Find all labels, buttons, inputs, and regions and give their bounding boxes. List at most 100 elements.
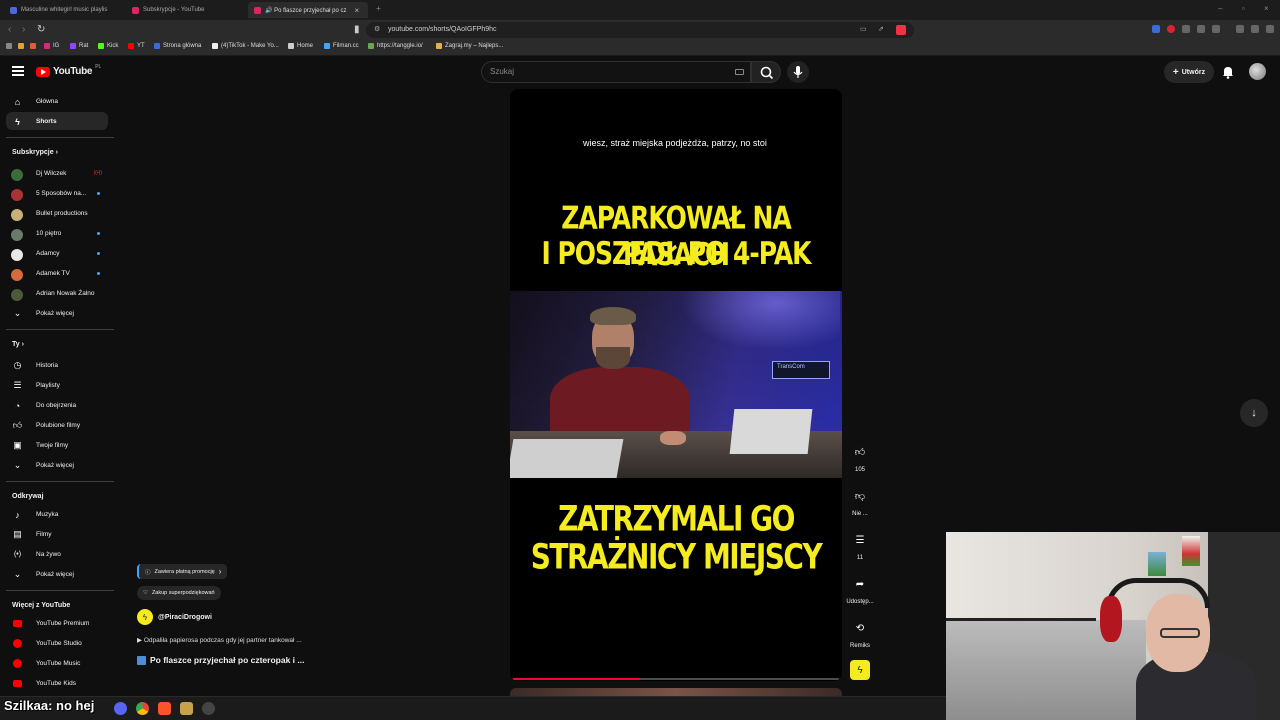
extensions-icon[interactable] [1197, 25, 1205, 33]
app-icon[interactable] [180, 702, 193, 715]
sidebar-item-music[interactable]: ♪ Muzyka [6, 505, 108, 523]
next-short-preview[interactable] [510, 688, 842, 696]
back-icon[interactable]: ‹ [8, 24, 11, 35]
sidebar-item-youtube-studio[interactable]: YouTube Studio [6, 634, 108, 652]
site-info-icon[interactable]: ⚙ [374, 25, 380, 33]
menu-icon[interactable] [12, 66, 24, 76]
bookmark-item[interactable]: https://tanggle.io/ [368, 43, 423, 49]
maximize-icon[interactable]: ▫ [1242, 4, 1245, 13]
brave-icon[interactable] [158, 702, 171, 715]
bookmark-icon[interactable]: ▮ [354, 24, 360, 35]
sidebar-item-live[interactable]: (•) Na żywo [6, 545, 108, 563]
share-icon[interactable]: ⇗ [878, 25, 884, 33]
paid-promotion-badge[interactable]: ⓘ Zawiera płatną promocję › [137, 564, 228, 579]
sidebar-icon[interactable] [1212, 25, 1220, 33]
wallet-icon[interactable] [1251, 25, 1259, 33]
you-heading[interactable]: Ty › [12, 341, 24, 348]
reload-icon[interactable]: ↻ [37, 24, 45, 35]
bookmark-item[interactable] [30, 43, 36, 49]
share-button[interactable]: ➦ Udostęp... [844, 573, 876, 605]
chrome-icon[interactable] [136, 702, 149, 715]
browser-tab-active[interactable]: 🔊 Po flaszce przyjechał po cz × [248, 2, 368, 18]
subscriptions-heading[interactable]: Subskrypcje › [12, 149, 58, 156]
subscription-item[interactable]: 5 Sposobów na... [6, 184, 108, 202]
bookmarks-folder-icon[interactable] [18, 43, 24, 49]
minimize-icon[interactable]: – [1218, 4, 1222, 13]
super-thanks-button[interactable]: ♡ Zakup superpodziękowań [137, 586, 221, 600]
new-tab-icon[interactable]: + [376, 4, 381, 13]
show-more-subscriptions[interactable]: ⌄ Pokaż więcej [6, 304, 108, 322]
shorts-player[interactable]: wiesz, straż miejska podjeżdża, patrzy, … [510, 89, 842, 681]
sidebar-item-playlists[interactable]: ☰ Playlisty [6, 376, 108, 394]
sidebar-item-youtube-premium[interactable]: YouTube Premium [6, 614, 108, 632]
sidebar-item-your-videos[interactable]: ▣ Twoje filmy [6, 436, 108, 454]
sidebar-item-watch-later[interactable]: ◔ Do obejrzenia [6, 396, 108, 414]
install-icon[interactable]: ▭ [860, 25, 867, 33]
bookmark-item[interactable]: IG [44, 43, 59, 49]
youtube-logo[interactable]: YouTube PL [36, 64, 101, 77]
address-bar[interactable]: ⚙ youtube.com/shorts/QAoIGFPh9hc ▭ ⇗ [366, 22, 914, 38]
audio-icon[interactable] [1152, 25, 1160, 33]
discord-icon[interactable] [114, 702, 127, 715]
bookmark-item[interactable]: Zagraj.my – Najleps... [436, 43, 503, 49]
apps-icon[interactable] [6, 43, 12, 49]
obs-icon[interactable] [202, 702, 215, 715]
menu-icon[interactable] [1266, 25, 1274, 33]
remix-button[interactable]: ⟲ Remiks [844, 617, 876, 649]
subscription-item[interactable]: Adrian Nowak Żalno [6, 284, 108, 302]
voice-search-button[interactable] [787, 61, 809, 83]
search-input[interactable]: Szukaj [481, 61, 751, 83]
show-more-you[interactable]: ⌄ Pokaż więcej [6, 456, 108, 474]
sidebar-item-movies[interactable]: ▤ Filmy [6, 525, 108, 543]
bookmark-item[interactable]: Home [288, 43, 313, 49]
bookmark-item[interactable]: (4)TikTok - Make Yo... [212, 43, 279, 49]
close-tab-icon[interactable]: × [355, 6, 360, 15]
bookmark-item[interactable]: Filman.cc [324, 43, 359, 49]
brave-shield-icon[interactable] [896, 25, 906, 35]
channel-name[interactable]: @PiraciDrogowi [158, 614, 212, 621]
subscription-item[interactable]: 10 piętro [6, 224, 108, 242]
subscription-item[interactable]: Adamek TV [6, 264, 108, 282]
forward-icon[interactable]: › [22, 24, 25, 35]
extension-icon[interactable] [1182, 25, 1190, 33]
sidebar-item-youtube-kids[interactable]: YouTube Kids [6, 674, 108, 692]
progress-bar[interactable] [513, 678, 839, 680]
new-content-dot [97, 232, 100, 235]
browser-tab[interactable]: Masculine whitegirl music playlis [4, 2, 124, 18]
subscription-item[interactable]: Bullet productions [6, 204, 108, 222]
channel-row[interactable]: ϟ @PiraciDrogowi [137, 609, 212, 625]
notifications-bell-icon[interactable] [1220, 64, 1236, 80]
show-more-explore[interactable]: ⌄ Pokaż więcej [6, 565, 108, 583]
media-icon[interactable] [1236, 25, 1244, 33]
sidebar-item-home[interactable]: ⌂ Główna [6, 92, 108, 110]
related-video-link[interactable]: ▶ Odpaliła papierosa podczas gdy jej par… [137, 636, 302, 644]
dislike-button[interactable]: 👎︎ Nie ... [844, 485, 876, 517]
subscription-item[interactable]: Adamcy [6, 244, 108, 262]
channel-thumbnail-icon[interactable]: ϟ [850, 660, 870, 680]
search-button[interactable] [751, 61, 781, 83]
sidebar-item-youtube-music[interactable]: YouTube Music [6, 654, 108, 672]
chevron-right-icon: › [55, 149, 58, 156]
bookmark-item[interactable]: Rat [70, 43, 88, 49]
bookmark-item[interactable]: Strona główna [154, 43, 201, 49]
sidebar-item-shorts[interactable]: ϟ Shorts [6, 112, 108, 130]
bookmark-item[interactable]: Kick [98, 43, 118, 49]
new-content-dot [97, 252, 100, 255]
subscription-item[interactable]: Dj Wilczek ((•)) [6, 164, 108, 182]
sidebar-item-history[interactable]: ◷ Historia [6, 356, 108, 374]
comments-button[interactable]: ☰ 11 [844, 529, 876, 561]
close-window-icon[interactable]: × [1264, 4, 1269, 13]
browser-tab[interactable]: Subskrypcje - YouTube [126, 2, 246, 18]
sidebar: ⌂ Główna ϟ Shorts Subskrypcje › Dj Wilcz… [0, 88, 118, 696]
like-button[interactable]: 👍︎ 105 [844, 441, 876, 473]
create-button[interactable]: + Utwórz [1164, 61, 1214, 83]
next-short-button[interactable]: ↓ [1240, 399, 1268, 427]
bookmark-item[interactable]: YT [128, 43, 145, 49]
channel-avatar[interactable]: ϟ [137, 609, 153, 625]
short-title[interactable]: Po flaszce przyjechał po czteropak i ... [137, 655, 304, 665]
keyboard-icon[interactable] [735, 69, 744, 75]
super-thanks-icon: ♡ [143, 590, 148, 596]
sidebar-item-liked[interactable]: 👍︎ Polubione filmy [6, 416, 108, 434]
extension-icon[interactable] [1167, 25, 1175, 33]
account-avatar[interactable] [1249, 63, 1266, 80]
